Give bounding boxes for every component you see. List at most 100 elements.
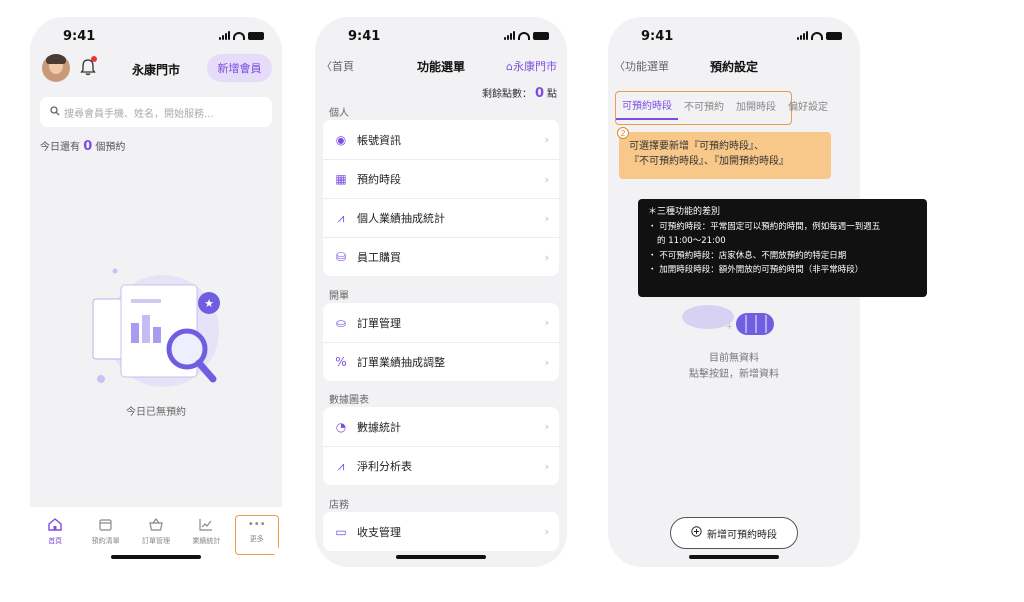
user-circle-icon: ◉ bbox=[335, 132, 347, 147]
empty-text: 今日已無預約 bbox=[126, 407, 186, 418]
menu-item-label: 收支管理 bbox=[357, 525, 401, 539]
section-personal-title: 個人 bbox=[329, 108, 349, 119]
menu-item-order-commission[interactable]: % 訂單業績抽成調整 › bbox=[323, 342, 559, 381]
tooltip-line: 的 11:00～21:00 bbox=[657, 236, 726, 246]
tab-home-label: 首頁 bbox=[48, 537, 63, 545]
tooltip-title: ＊三種功能的差別 bbox=[648, 207, 721, 217]
menu-item-label: 訂單管理 bbox=[357, 316, 401, 330]
menu-item-staff-purchase[interactable]: ⛁ 員工購買 › bbox=[323, 237, 559, 276]
chevron-right-icon: › bbox=[544, 316, 549, 329]
store-icon: ⌂ bbox=[506, 60, 513, 73]
tab-more[interactable]: ••• 更多 bbox=[234, 515, 279, 555]
menu-item-label: 訂單業績抽成調整 bbox=[357, 356, 445, 369]
chevron-right-icon: › bbox=[544, 356, 549, 369]
tab-home[interactable]: 首頁 bbox=[33, 515, 77, 555]
shopping-bag-icon: ⛁ bbox=[335, 250, 347, 264]
function-menu-screen: 9:41 〈首頁 功能選單 ⌂永康門市 剩餘點數： 0 點 個人 ◉ 帳號資訊 › ▦ 預… bbox=[315, 17, 567, 567]
page-title: 預約設定 bbox=[709, 60, 758, 74]
menu-item-personal-commission[interactable]: ⩘ 個人業績抽成統計 › bbox=[323, 198, 559, 237]
cash-icon: ▭ bbox=[335, 524, 347, 539]
battery-icon bbox=[533, 31, 549, 40]
wifi-icon bbox=[811, 31, 823, 40]
chevron-right-icon: › bbox=[544, 251, 549, 264]
menu-item-label: 淨利分析表 bbox=[357, 460, 412, 473]
menu-item-order-management[interactable]: ⛀ 訂單管理 › bbox=[323, 303, 559, 342]
chevron-right-icon: › bbox=[544, 460, 549, 473]
section-store: ▭ 收支管理 › bbox=[323, 512, 559, 551]
menu-item-label: 員工購買 bbox=[357, 251, 401, 264]
section-orders-title: 開單 bbox=[329, 291, 349, 302]
menu-item-booking-slots[interactable]: ▦ 預約時段 › bbox=[323, 159, 559, 198]
points-value: 0 bbox=[534, 86, 544, 101]
chevron-right-icon: › bbox=[544, 133, 549, 146]
add-available-slot-button[interactable]: 新增可預約時段 bbox=[670, 517, 798, 549]
search-placeholder: 搜尋會員手機、姓名，開始服務... bbox=[64, 108, 214, 120]
today-suffix: 個預約 bbox=[95, 142, 126, 153]
menu-item-account[interactable]: ◉ 帳號資訊 › bbox=[323, 120, 559, 159]
tab-reservations[interactable]: 預約清單 bbox=[84, 515, 128, 555]
feature-difference-tooltip: ＊三種功能的差別 ・ 可預約時段：平常固定可以預約的時間，例如每週一到週五 的 … bbox=[638, 199, 927, 297]
tab-extra-slots[interactable]: 加開時段 bbox=[730, 92, 782, 119]
points-label: 剩餘點數： bbox=[481, 89, 532, 100]
svg-text:★: ★ bbox=[204, 297, 214, 310]
annotation-note: 可選擇要新增『可預約時段』、 『不可預約時段』、『加開預約時段』 bbox=[619, 132, 831, 179]
search-icon bbox=[50, 105, 60, 119]
settings-tabs: 可預約時段 不可預約 加開時段 偏好設定 bbox=[616, 91, 834, 120]
search-input[interactable]: 搜尋會員手機、姓名，開始服務... bbox=[40, 97, 272, 127]
pie-chart-icon: ◔ bbox=[335, 419, 347, 434]
empty-title: 目前無資料 bbox=[709, 353, 759, 364]
status-time: 9:41 bbox=[63, 29, 96, 44]
section-store-title: 店務 bbox=[329, 500, 349, 511]
basket-icon bbox=[149, 518, 163, 533]
tab-preferences[interactable]: 偏好設定 bbox=[782, 92, 834, 119]
status-bar: 9:41 bbox=[315, 17, 567, 53]
status-time: 9:41 bbox=[348, 29, 381, 44]
chevron-right-icon: › bbox=[544, 212, 549, 225]
points-unit: 點 bbox=[547, 89, 557, 100]
store-switch[interactable]: ⌂永康門市 bbox=[506, 58, 557, 74]
empty-illustration: ★ bbox=[85, 263, 235, 393]
tab-performance[interactable]: 業績統計 bbox=[184, 515, 228, 555]
status-bar: 9:41 bbox=[608, 17, 860, 53]
empty-hint: 點擊按鈕，新增資料 bbox=[689, 369, 779, 380]
chart-icon: ⩘ bbox=[337, 458, 345, 473]
add-button-label: 新增可預約時段 bbox=[707, 529, 777, 541]
tab-performance-label: 業績統計 bbox=[192, 537, 221, 545]
chevron-right-icon: › bbox=[544, 420, 549, 433]
step-badge: 2 bbox=[617, 127, 629, 139]
today-summary: 今日還有 0 個預約 bbox=[40, 138, 125, 154]
section-charts: ◔ 數據統計 › ⩘ 淨利分析表 › bbox=[323, 407, 559, 485]
menu-item-income-expense[interactable]: ▭ 收支管理 › bbox=[323, 512, 559, 551]
chart-icon bbox=[199, 518, 213, 533]
tab-reservations-label: 預約清單 bbox=[91, 537, 120, 545]
calendar-icon bbox=[99, 518, 112, 533]
signal-icon bbox=[504, 31, 515, 40]
menu-item-net-profit[interactable]: ⩘ 淨利分析表 › bbox=[323, 446, 559, 485]
store-label: 永康門市 bbox=[513, 60, 557, 73]
note-line: 『不可預約時段』、『加開預約時段』 bbox=[629, 156, 789, 167]
signal-icon bbox=[219, 31, 230, 40]
menu-item-data-stats[interactable]: ◔ 數據統計 › bbox=[323, 407, 559, 446]
chevron-right-icon: › bbox=[544, 525, 549, 538]
percent-icon: % bbox=[335, 355, 347, 369]
section-orders: ⛀ 訂單管理 › % 訂單業績抽成調整 › bbox=[323, 303, 559, 381]
tab-more-label: 更多 bbox=[249, 535, 264, 543]
wifi-icon bbox=[518, 31, 530, 40]
plus-circle-icon bbox=[691, 526, 702, 540]
section-charts-title: 數據圖表 bbox=[329, 395, 369, 406]
tooltip-line: ・ 可預約時段：平常固定可以預約的時間，例如每週一到週五 bbox=[648, 221, 881, 232]
today-count: 0 bbox=[83, 139, 93, 154]
home-icon bbox=[48, 518, 62, 533]
calendar-icon: ▦ bbox=[335, 172, 347, 186]
chevron-right-icon: › bbox=[544, 173, 549, 186]
svg-text:+: + bbox=[726, 322, 733, 331]
add-member-button[interactable]: 新增會員 bbox=[207, 54, 272, 82]
empty-state: 目前無資料 點擊按鈕，新增資料 bbox=[608, 351, 860, 383]
battery-icon bbox=[826, 31, 842, 40]
tab-available-slots[interactable]: 可預約時段 bbox=[616, 91, 678, 120]
signal-icon bbox=[797, 31, 808, 40]
tab-orders[interactable]: 訂單管理 bbox=[134, 515, 178, 555]
status-time: 9:41 bbox=[641, 29, 674, 44]
tab-unavailable[interactable]: 不可預約 bbox=[678, 92, 730, 119]
more-icon: ••• bbox=[247, 519, 266, 530]
